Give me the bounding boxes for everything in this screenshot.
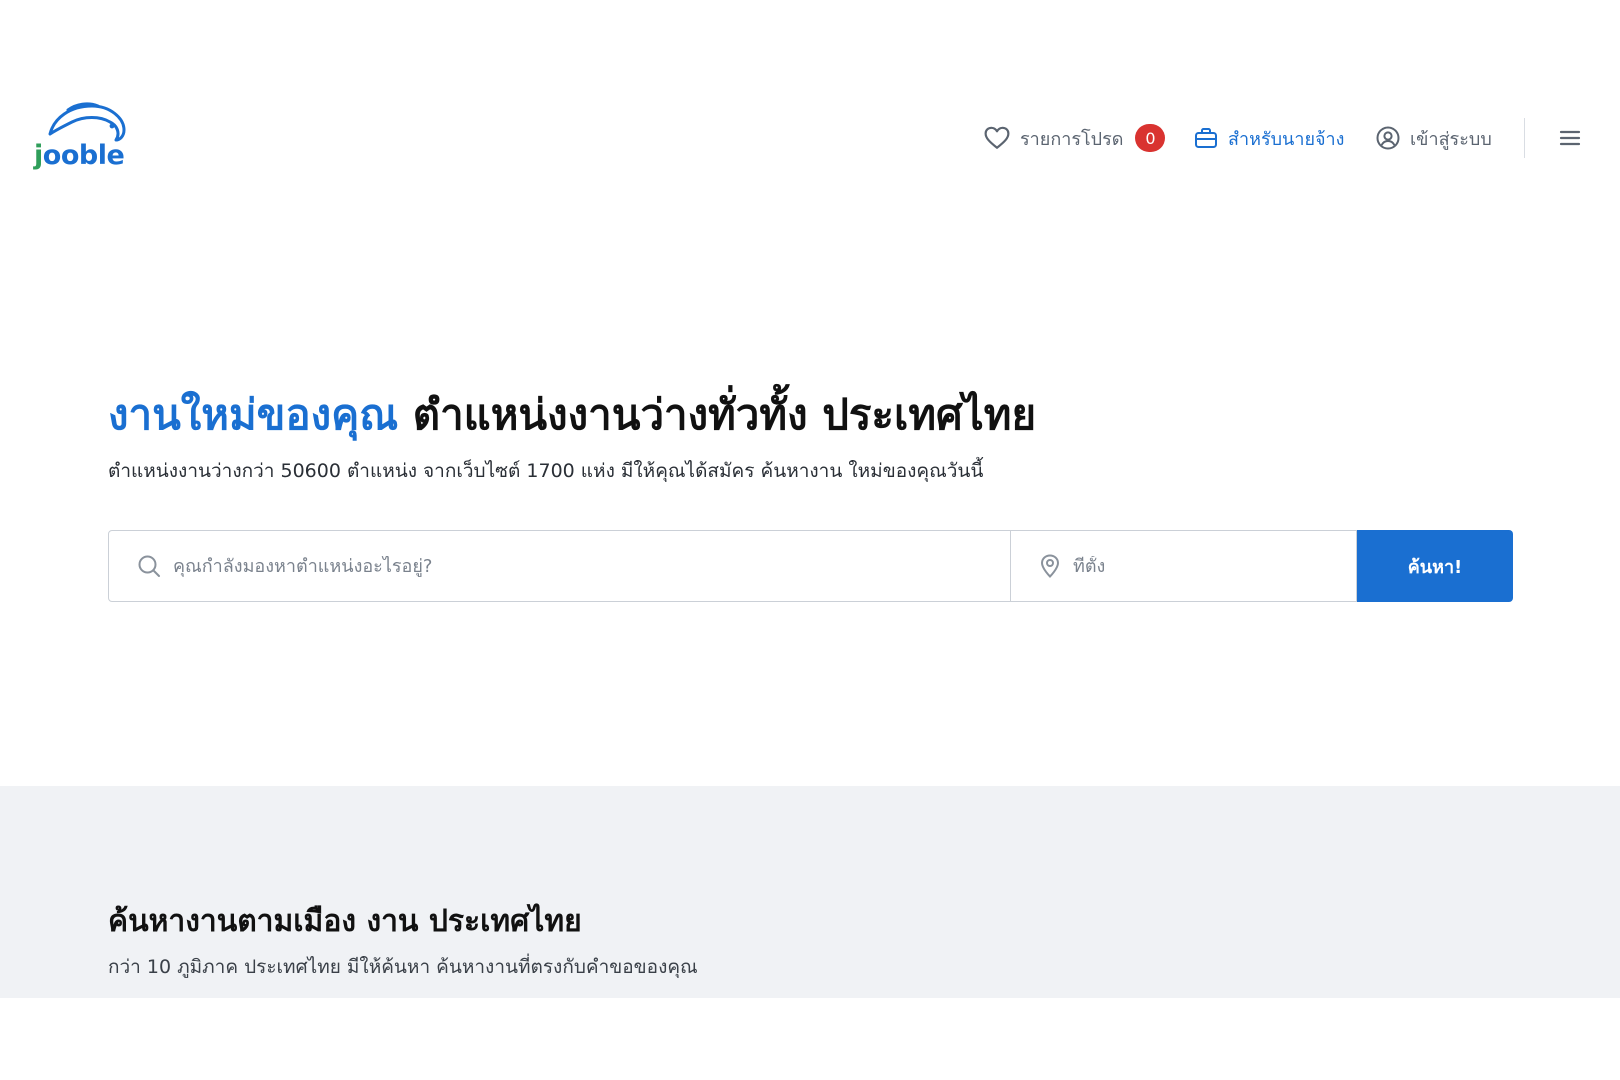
nav-divider	[1524, 118, 1525, 158]
hamburger-menu-button[interactable]	[1555, 124, 1585, 152]
user-circle-icon	[1376, 126, 1400, 150]
site-header: jooble รายการโปรด 0 สำหรับนายจ้าง เข้าสู…	[0, 0, 1620, 276]
hero-title: งานใหม่ของคุณ ตำแหน่งงานว่างทั่วทั้ง ประ…	[108, 382, 1036, 448]
logo-wordmark: jooble	[34, 140, 125, 171]
cities-section: ค้นหางานตามเมือง งาน ประเทศไทย กว่า 10 ภ…	[0, 786, 1620, 998]
jooble-logo[interactable]: jooble	[34, 100, 130, 176]
job-search-form: ค้นหา!	[108, 530, 1513, 602]
hero-title-accent: งานใหม่ของคุณ	[108, 390, 399, 439]
employer-link[interactable]: สำหรับนายจ้าง	[1194, 118, 1344, 158]
login-link[interactable]: เข้าสู่ระบบ	[1376, 118, 1492, 158]
cities-title: ค้นหางานตามเมือง งาน ประเทศไทย	[108, 904, 582, 939]
hero-subtitle: ตำแหน่งงานว่างกว่า 50600 ตำแหน่ง จากเว็บ…	[108, 460, 984, 482]
favorites-label: รายการโปรด	[1020, 128, 1124, 150]
location-input[interactable]	[1073, 555, 1349, 577]
search-icon	[137, 554, 161, 578]
search-button[interactable]: ค้นหา!	[1357, 530, 1513, 602]
login-label: เข้าสู่ระบบ	[1410, 128, 1492, 150]
hero-title-rest: ตำแหน่งงานว่างทั่วทั้ง ประเทศไทย	[398, 390, 1037, 439]
cities-subtitle: กว่า 10 ภูมิภาค ประเทศไทย มีให้ค้นหา ค้น…	[108, 956, 698, 978]
favorites-count-badge: 0	[1135, 124, 1166, 152]
keyword-field[interactable]	[108, 530, 1011, 602]
employer-label: สำหรับนายจ้าง	[1228, 128, 1345, 150]
heart-icon	[984, 126, 1010, 149]
location-field[interactable]	[1011, 530, 1357, 602]
briefcase-icon	[1195, 128, 1217, 148]
location-pin-icon	[1039, 554, 1061, 578]
favorites-link[interactable]: รายการโปรด 0	[984, 118, 1166, 158]
hamburger-menu-icon	[1559, 130, 1581, 146]
keyword-input[interactable]	[173, 555, 894, 577]
